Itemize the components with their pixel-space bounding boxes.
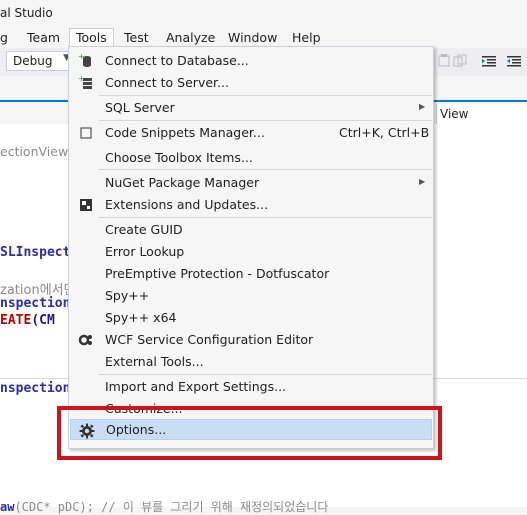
indent-icon[interactable] [506, 53, 522, 69]
code-line-5: EATE(CM [0, 313, 55, 328]
menu-window[interactable]: Window [228, 29, 277, 47]
submenu-arrow-icon: ▶ [419, 102, 426, 111]
menu-item-choose-toolbox[interactable]: Choose Toolbox Items... [70, 147, 432, 168]
menu-item-create-guid[interactable]: Create GUID [70, 219, 432, 240]
shortcut-text: Ctrl+K, Ctrl+B [339, 125, 430, 140]
menubar: g Team Tools Test Analyze Window Help [0, 28, 527, 48]
menu-analyze[interactable]: Analyze [166, 29, 215, 47]
menu-item-spy-x64[interactable]: Spy++ x64 [70, 307, 432, 328]
menu-separator [99, 120, 432, 121]
svg-text:+: + [78, 75, 85, 83]
menu-team[interactable]: Team [27, 29, 60, 47]
toolbar-icon-a[interactable] [436, 53, 452, 69]
configuration-value: Debug [13, 54, 53, 68]
menu-item-import-export[interactable]: Import and Export Settings... [70, 376, 432, 397]
menu-separator [99, 374, 432, 375]
menu-item-connect-server[interactable]: + Connect to Server... [70, 72, 432, 93]
menu-debug[interactable]: g [0, 29, 8, 47]
snippet-icon [78, 125, 94, 141]
code-line-4: nspection [0, 296, 71, 311]
menu-tools[interactable]: Tools [69, 28, 114, 47]
menu-separator [99, 217, 432, 218]
menu-item-spy[interactable]: Spy++ [70, 285, 432, 306]
menu-help[interactable]: Help [292, 29, 321, 47]
menu-item-extensions[interactable]: Extensions and Updates... [70, 194, 432, 215]
code-line-1: ectionView [0, 144, 69, 159]
toolbar-icon-b[interactable] [452, 53, 468, 69]
menu-item-error-lookup[interactable]: Error Lookup [70, 241, 432, 262]
menu-item-external-tools[interactable]: External Tools... [70, 351, 432, 372]
menu-item-code-snippets[interactable]: Code Snippets Manager... Ctrl+K, Ctrl+B [70, 122, 432, 143]
code-line-2: SLInspect [0, 245, 71, 260]
database-connect-icon: + [78, 52, 94, 69]
menu-item-nuget[interactable]: NuGet Package Manager ▶ [70, 172, 432, 193]
menu-item-dotfuscator[interactable]: PreEmptive Protection - Dotfuscator [70, 263, 432, 284]
menu-separator [99, 169, 432, 170]
menu-separator [99, 95, 432, 96]
annotation-highlight-box [57, 406, 442, 460]
tools-menu: + Connect to Database... + Connect to Se… [68, 46, 434, 449]
editor-tab-label: View [440, 107, 469, 121]
menu-item-sql-server[interactable]: SQL Server ▶ [70, 97, 432, 118]
solution-configuration-select[interactable]: Debug ▼ [6, 51, 74, 71]
wcf-gear-icon [78, 332, 94, 348]
menu-item-connect-database[interactable]: + Connect to Database... [70, 50, 432, 71]
svg-text:+: + [78, 53, 85, 61]
submenu-arrow-icon: ▶ [419, 177, 426, 186]
menu-item-wcf-editor[interactable]: WCF Service Configuration Editor [70, 329, 432, 350]
outdent-icon[interactable] [481, 53, 497, 69]
extensions-icon [78, 197, 94, 213]
server-connect-icon: + [78, 74, 94, 91]
window-title: al Studio [0, 6, 53, 20]
menu-test[interactable]: Test [124, 29, 149, 47]
code-line-6: nspection [0, 381, 71, 396]
